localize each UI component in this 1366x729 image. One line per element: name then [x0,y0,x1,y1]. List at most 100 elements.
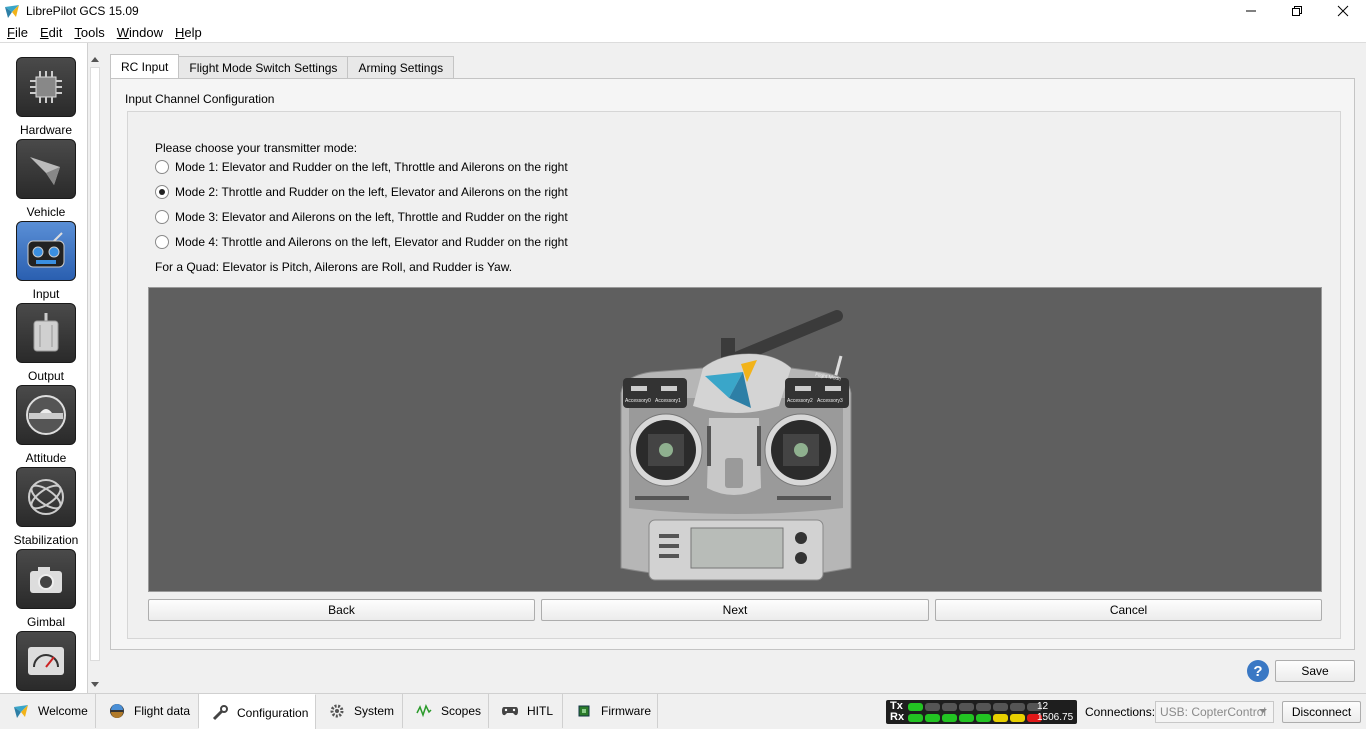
scroll-up-icon[interactable] [91,56,99,64]
help-icon[interactable]: ? [1247,660,1269,682]
tab-label: Scopes [441,704,482,718]
sidebar-item-attitude[interactable]: Attitude [0,385,87,467]
meter-icon [16,631,76,691]
transmitter-illustration: Accessory0 Accessory1 Accessory2 Accesso… [620,310,852,581]
scroll-down-icon[interactable] [91,680,99,688]
mode-1-radio[interactable] [155,160,169,174]
menu-edit-accel: E [39,24,49,40]
tab-label: Arming Settings [358,61,444,75]
menu-file-label: ile [14,24,28,40]
rx-led [925,714,940,722]
mode-3-radio[interactable] [155,210,169,224]
minimize-button[interactable] [1228,0,1274,22]
sidebar-item-gimbal[interactable]: Gimbal [0,549,87,631]
connections-label: Connections: [1085,705,1156,719]
save-label: Save [1301,664,1329,678]
tx-led [993,703,1008,711]
tab-label: Configuration [237,705,309,720]
restore-icon [1292,6,1302,16]
sidebar-item-hardware[interactable]: Hardware [0,57,87,139]
title-bar: LibrePilot GCS 15.09 [0,0,1366,22]
tab-label: RC Input [121,60,169,74]
rx-led [976,714,991,722]
tab-hitl[interactable]: HITL [489,694,563,728]
mode-1-option[interactable]: Mode 1: Elevator and Rudder on the left,… [155,160,568,174]
librepilot-logo-icon [5,5,19,18]
help-glyph: ? [1253,662,1263,680]
plane-icon [16,139,76,199]
mode-4-radio[interactable] [155,235,169,249]
rx-label: Rx [890,711,905,723]
tab-rc-input[interactable]: RC Input [110,54,180,79]
mode-2-radio[interactable] [155,185,169,199]
sidebar-item-output[interactable]: Output [0,303,87,385]
mode-4-label: Mode 4: Throttle and Ailerons on the lef… [175,235,568,249]
sidebar-item-label: Vehicle [26,205,66,219]
wizard-group: Please choose your transmitter mode: Mod… [127,111,1341,639]
tab-configuration[interactable]: Configuration [199,694,316,729]
menu-edit-label: dit [48,24,63,40]
tab-flight-data[interactable]: Flight data [96,694,199,728]
sidebar-scroll-thumb[interactable] [90,67,100,661]
close-icon [1337,5,1349,17]
gamepad-icon [501,702,519,720]
menu-help[interactable]: Help [170,25,207,40]
tab-label: HITL [527,704,554,718]
save-button[interactable]: Save [1275,660,1355,682]
tab-label: System [354,704,395,718]
tab-flight-mode-switch-settings[interactable]: Flight Mode Switch Settings [178,56,349,79]
back-button[interactable]: Back [148,599,535,621]
menu-window-label: indow [129,24,163,40]
tx-led [925,703,940,711]
disconnect-label: Disconnect [1291,705,1352,719]
quad-note: For a Quad: Elevator is Pitch, Ailerons … [155,260,513,274]
cancel-label: Cancel [1109,603,1148,617]
section-title: Input Channel Configuration [125,92,275,106]
window-title: LibrePilot GCS 15.09 [26,4,139,18]
cancel-button[interactable]: Cancel [935,599,1322,621]
connection-select[interactable]: USB: CopterControl [1155,701,1274,723]
close-button[interactable] [1320,0,1366,22]
tab-welcome[interactable]: Welcome [0,694,96,728]
sidebar-scrollbar[interactable] [89,53,101,691]
firmware-icon [575,702,593,720]
sidebar-item-label: Input [32,287,60,301]
tab-scopes[interactable]: Scopes [403,694,489,728]
tx-led [976,703,991,711]
sidebar-item-stabilization[interactable]: Stabilization [0,467,87,549]
menu-file[interactable]: File [2,25,33,40]
menu-edit[interactable]: Edit [35,25,67,40]
tx-value: 12 [1037,701,1049,712]
gears-icon [328,702,346,720]
mode-3-option[interactable]: Mode 3: Elevator and Ailerons on the lef… [155,210,568,224]
sidebar-item-meter[interactable] [0,631,87,693]
mode-2-option[interactable]: Mode 2: Throttle and Rudder on the left,… [155,185,568,199]
tab-system[interactable]: System [316,694,403,728]
rx-led [908,714,923,722]
sidebar-item-input[interactable]: Input [0,221,87,303]
sidebar-item-vehicle[interactable]: Vehicle [0,139,87,221]
minimize-icon [1246,10,1256,12]
mode-bar: Welcome Flight data Configuration System… [0,693,1366,729]
back-label: Back [328,603,355,617]
wrench-icon [211,704,229,722]
menu-window[interactable]: Window [112,25,168,40]
restore-button[interactable] [1274,0,1320,22]
menu-tools[interactable]: Tools [69,25,109,40]
menu-help-label: elp [184,24,202,40]
rx-led [942,714,957,722]
gyro-icon [16,467,76,527]
level-icon [16,385,76,445]
mode-4-option[interactable]: Mode 4: Throttle and Ailerons on the lef… [155,235,568,249]
menu-window-accel: W [116,24,130,40]
tab-firmware[interactable]: Firmware [563,694,658,728]
telemetry-monitor: Tx Rx 12 1506.75 [886,700,1077,724]
tab-label: Flight Mode Switch Settings [189,61,338,75]
menu-bar: File Edit Tools Window Help [0,22,1366,43]
tab-arming-settings[interactable]: Arming Settings [347,56,455,79]
chip-icon [16,57,76,117]
next-button[interactable]: Next [541,599,929,621]
accessory3-label: Accessory3 [817,398,843,404]
disconnect-button[interactable]: Disconnect [1282,701,1361,723]
mode-3-label: Mode 3: Elevator and Ailerons on the lef… [175,210,568,224]
